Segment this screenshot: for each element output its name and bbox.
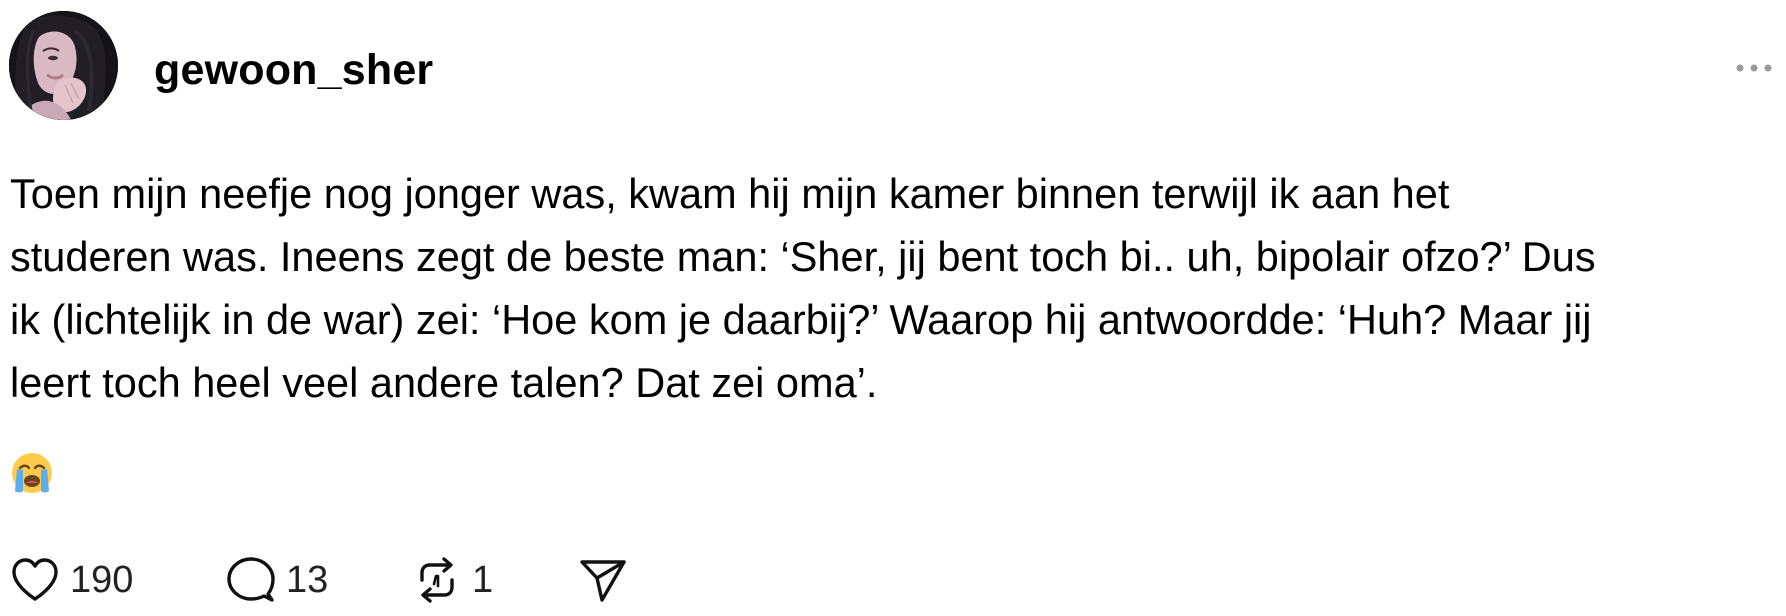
post-actions: 190 13 1 [10, 550, 710, 610]
repost-count: 1 [472, 559, 494, 601]
comment-icon [227, 557, 275, 602]
more-options-button[interactable] [1730, 54, 1778, 82]
loudly-crying-face-icon [12, 453, 52, 493]
post-text: Toen mijn neefje nog jonger was, kwam hi… [10, 170, 1596, 406]
like-count: 190 [70, 559, 134, 601]
avatar[interactable] [9, 11, 118, 120]
more-horizontal-icon [1736, 64, 1772, 72]
username[interactable]: gewoon_sher [154, 44, 433, 96]
avatar-image [9, 11, 118, 120]
share-button[interactable] [578, 550, 628, 610]
like-button[interactable]: 190 [10, 550, 133, 610]
send-icon [580, 560, 626, 602]
heart-icon [12, 558, 58, 601]
thread-post: gewoon_sher Toen mijn neefje nog jonger … [0, 0, 1786, 616]
reply-button[interactable]: 13 [226, 550, 328, 610]
repost-button[interactable]: 1 [412, 550, 493, 610]
repost-icon [420, 557, 454, 603]
loudly-crying-face-emoji [10, 451, 54, 495]
reply-count: 13 [286, 559, 329, 601]
